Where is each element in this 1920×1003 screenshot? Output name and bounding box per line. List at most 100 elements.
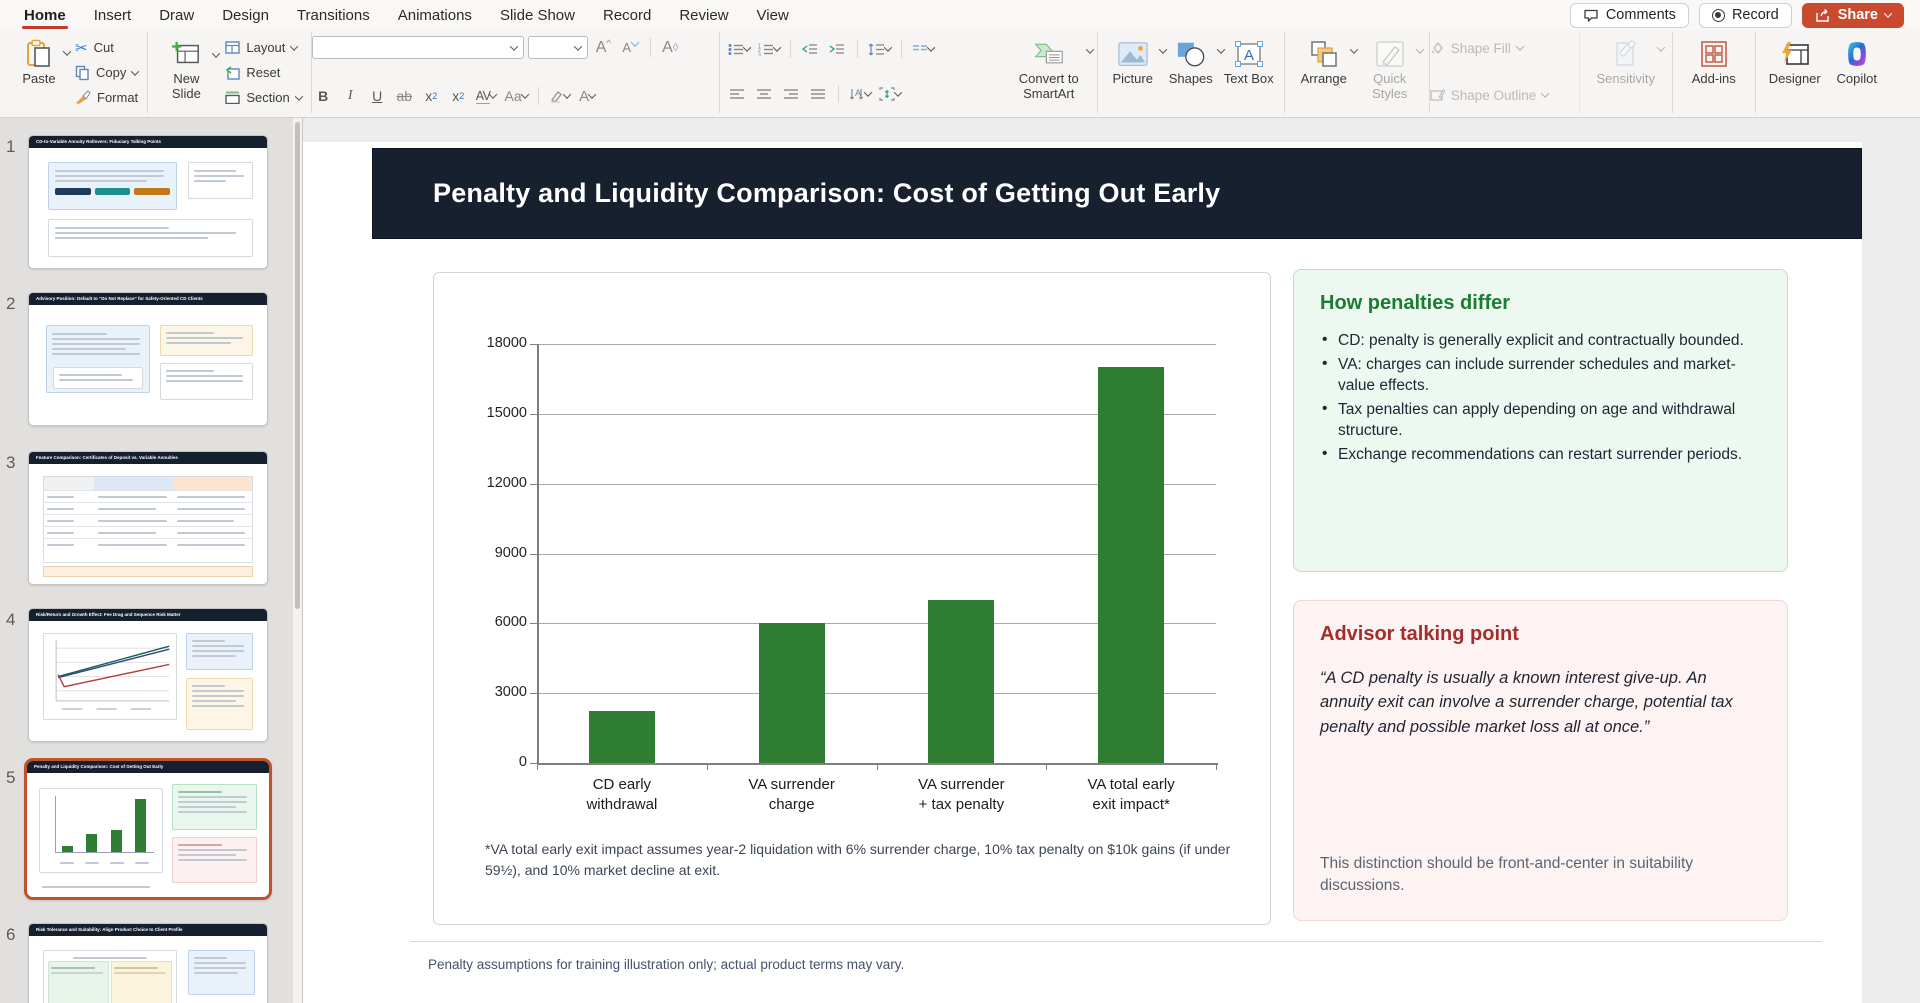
cut-button[interactable]: ✂ Cut bbox=[72, 37, 141, 59]
tab-view[interactable]: View bbox=[743, 0, 803, 30]
italic-button[interactable]: I bbox=[339, 85, 362, 107]
designer-label: Designer bbox=[1768, 71, 1821, 86]
grow-font-button[interactable]: A ^ bbox=[592, 37, 615, 59]
advisor-quote: “A CD penalty is usually a known interes… bbox=[1320, 669, 1733, 736]
slide-editor[interactable]: Penalty and Liquidity Comparison: Cost o… bbox=[303, 142, 1862, 1003]
paste-clipboard-icon bbox=[24, 39, 54, 69]
slide-thumbnail-6[interactable]: Risk Tolerance and Suitability: Align Pr… bbox=[28, 923, 268, 1003]
underline-button[interactable]: U bbox=[366, 85, 389, 107]
picture-button[interactable]: Picture bbox=[1104, 34, 1167, 111]
shapes-button[interactable]: Shapes bbox=[1162, 34, 1225, 111]
group-sensitivity: Sensitivity bbox=[1580, 32, 1673, 113]
decrease-indent-button[interactable] bbox=[799, 38, 822, 60]
shape-fill-button[interactable]: Shape Fill bbox=[1430, 36, 1579, 60]
new-slide-button[interactable]: New Slide bbox=[154, 34, 221, 111]
arrange-button[interactable]: Arrange bbox=[1291, 34, 1358, 111]
character-spacing-button[interactable]: AV bbox=[474, 85, 499, 107]
columns-button[interactable] bbox=[910, 38, 936, 60]
spacing-chevron-icon bbox=[489, 90, 498, 99]
highlight-button[interactable] bbox=[547, 85, 572, 107]
shrink-font-button[interactable]: A bbox=[619, 37, 642, 59]
numbering-button[interactable]: 123 bbox=[756, 38, 782, 60]
tab-insert[interactable]: Insert bbox=[80, 0, 146, 30]
align-right-button[interactable] bbox=[780, 83, 803, 105]
share-icon bbox=[1815, 8, 1829, 22]
share-chevron-icon bbox=[1883, 9, 1893, 18]
shape-outline-button[interactable]: Shape Outline bbox=[1430, 83, 1579, 107]
penalty-bar-chart[interactable]: *VA total early exit impact assumes year… bbox=[433, 272, 1271, 925]
slide-thumbnail-5-selected[interactable]: Penalty and Liquidity Comparison: Cost o… bbox=[24, 758, 272, 900]
subscript-button[interactable]: x2 bbox=[447, 85, 470, 107]
advisor-talking-point-box[interactable]: Advisor talking point “A CD penalty is u… bbox=[1293, 600, 1788, 921]
designer-button[interactable]: Designer bbox=[1762, 34, 1828, 111]
change-case-button[interactable]: Aa bbox=[502, 85, 529, 107]
record-icon bbox=[1711, 8, 1725, 22]
slide-thumbnail-2[interactable]: Advisory Position: Default to “Do Not Re… bbox=[28, 292, 268, 426]
green-bullet-item: Tax penalties can apply depending on age… bbox=[1320, 399, 1761, 441]
copy-button[interactable]: Copy bbox=[72, 62, 141, 84]
tab-animations[interactable]: Animations bbox=[384, 0, 486, 30]
slide-thumbnail-3[interactable]: Feature Comparison: Certificates of Depo… bbox=[28, 451, 268, 585]
gridline-18000 bbox=[537, 344, 1216, 345]
slide-thumbnail-4[interactable]: Risk/Return and Growth Effect: Fee Drag … bbox=[28, 608, 268, 742]
section-label: Section bbox=[246, 90, 290, 105]
picture-label: Picture bbox=[1112, 71, 1153, 86]
font-color-button[interactable]: A bbox=[576, 85, 599, 107]
convert-smartart-button[interactable]: Convert to SmartArt bbox=[1007, 34, 1094, 111]
new-slide-icon bbox=[171, 39, 201, 69]
bar-4 bbox=[1098, 367, 1165, 763]
slide-number-1: 1 bbox=[6, 137, 16, 156]
tab-design[interactable]: Design bbox=[208, 0, 283, 30]
align-center-button[interactable] bbox=[753, 83, 776, 105]
powerpoint-window: Home Insert Draw Design Transitions Animation… bbox=[0, 0, 1920, 1003]
align-left-button[interactable] bbox=[726, 83, 749, 105]
tab-home[interactable]: Home bbox=[10, 0, 80, 30]
layout-button[interactable]: Layout bbox=[222, 37, 304, 59]
thumbnail-scrollbar[interactable] bbox=[293, 118, 302, 1003]
bullets-button[interactable] bbox=[726, 38, 752, 60]
group-clipboard: Paste ✂ Cut Copy Format bbox=[4, 32, 149, 113]
ribbon: Home Insert Draw Design Transitions Animation… bbox=[0, 0, 1920, 118]
addins-button[interactable]: Add-ins bbox=[1679, 34, 1749, 111]
textbox-button[interactable]: A Text Box bbox=[1220, 34, 1278, 111]
y-axis-label: 0 bbox=[518, 754, 527, 770]
slide-number-2: 2 bbox=[6, 294, 16, 313]
justify-button[interactable] bbox=[807, 83, 830, 105]
section-button[interactable]: Section bbox=[222, 87, 304, 109]
sensitivity-button[interactable]: Sensitivity bbox=[1586, 34, 1666, 111]
font-size-select[interactable] bbox=[527, 36, 588, 59]
slide-thumbnail-1[interactable]: CD-to-Variable Annuity Rollovers: Fiduci… bbox=[28, 135, 268, 269]
shape-fill-chevron-icon bbox=[1515, 42, 1525, 51]
slide-title-bar[interactable]: Penalty and Liquidity Comparison: Cost o… bbox=[372, 148, 1862, 239]
share-button[interactable]: Share bbox=[1801, 2, 1904, 28]
x-axis bbox=[537, 763, 1218, 765]
superscript-button[interactable]: x2 bbox=[420, 85, 443, 107]
record-button[interactable]: Record bbox=[1698, 2, 1792, 28]
pink-box-title: Advisor talking point bbox=[1320, 623, 1519, 645]
align-text-button[interactable] bbox=[877, 83, 903, 105]
record-label: Record bbox=[1731, 7, 1779, 23]
line-spacing-button[interactable] bbox=[866, 38, 893, 60]
increase-indent-button[interactable] bbox=[826, 38, 849, 60]
comments-button[interactable]: Comments bbox=[1569, 2, 1689, 28]
clear-formatting-button[interactable]: A ◊ bbox=[659, 37, 682, 59]
text-direction-button[interactable]: A bbox=[847, 83, 873, 105]
bold-button[interactable]: B bbox=[312, 85, 335, 107]
tab-review[interactable]: Review bbox=[665, 0, 742, 30]
tab-draw[interactable]: Draw bbox=[145, 0, 208, 30]
ribbon-tabs: Home Insert Draw Design Transitions Animation… bbox=[10, 0, 803, 30]
tab-transitions[interactable]: Transitions bbox=[283, 0, 384, 30]
quick-styles-button[interactable]: Quick Styles bbox=[1357, 34, 1424, 111]
reset-button[interactable]: Reset bbox=[222, 62, 304, 84]
how-penalties-differ-box[interactable]: How penalties differ CD: penalty is gene… bbox=[1293, 269, 1788, 572]
strikethrough-button[interactable]: ab bbox=[393, 85, 416, 107]
copilot-button[interactable]: Copilot bbox=[1828, 34, 1886, 111]
font-name-chevron-icon bbox=[509, 41, 518, 51]
tab-record[interactable]: Record bbox=[589, 0, 665, 30]
format-brush-icon bbox=[76, 90, 91, 104]
tab-slide-show[interactable]: Slide Show bbox=[486, 0, 589, 30]
shape-outline-chevron-icon bbox=[1541, 89, 1550, 98]
font-name-select[interactable] bbox=[311, 36, 524, 59]
paste-button[interactable]: Paste bbox=[10, 34, 72, 111]
format-painter-button[interactable]: Format bbox=[72, 87, 141, 109]
